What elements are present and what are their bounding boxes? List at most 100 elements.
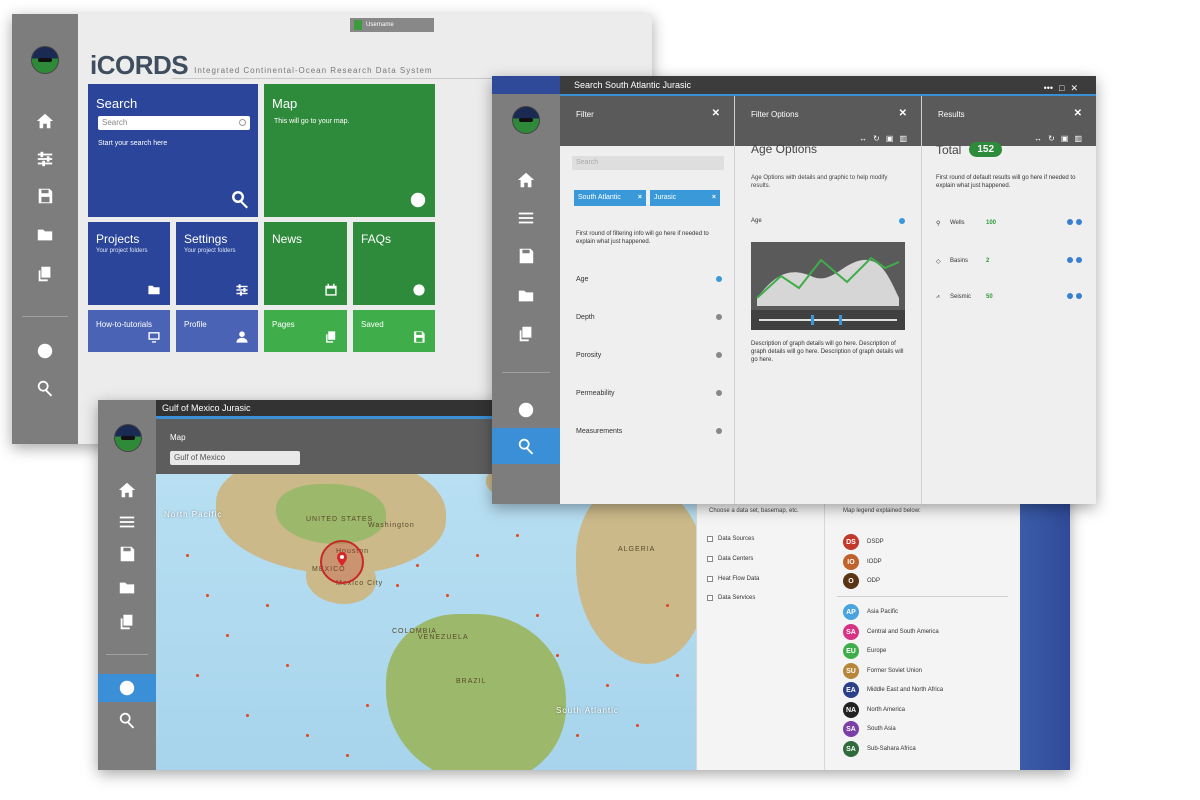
user-menu[interactable]: Username (350, 18, 434, 32)
save-icon[interactable]: ▣ (1061, 134, 1069, 143)
folder-icon[interactable] (117, 578, 137, 598)
results-total: Total 152 (936, 142, 1003, 157)
close-icon[interactable]: ✕ (1074, 108, 1082, 119)
site-dot[interactable] (346, 754, 349, 757)
list-icon[interactable] (1067, 293, 1073, 299)
close-icon[interactable]: ✕ (712, 108, 720, 119)
tile-saved-title: Saved (361, 320, 384, 329)
site-dot[interactable] (516, 534, 519, 537)
site-dot[interactable] (366, 704, 369, 707)
pages-icon[interactable] (516, 324, 536, 344)
list-icon[interactable] (1067, 219, 1073, 225)
checkbox[interactable] (707, 595, 713, 601)
trash-icon[interactable]: ▥ (1074, 134, 1082, 143)
home-icon[interactable] (35, 111, 55, 131)
site-dot[interactable] (576, 734, 579, 737)
globe-icon[interactable] (516, 400, 536, 420)
globe-icon[interactable] (117, 678, 137, 698)
tile-search[interactable]: Search Search Start your search here (88, 84, 258, 217)
site-dot[interactable] (446, 594, 449, 597)
save-icon[interactable] (35, 186, 55, 206)
globe-icon[interactable] (1076, 293, 1082, 299)
legend-label: DSDP (867, 539, 884, 545)
checkbox[interactable] (707, 576, 713, 582)
site-dot[interactable] (416, 564, 419, 567)
map-search-input[interactable]: Gulf of Mexico (170, 451, 300, 465)
tile-tutorials[interactable]: How-to-tutorials (88, 310, 170, 352)
data-option-sources[interactable]: Data Sources (707, 536, 754, 542)
chip-remove-icon[interactable]: × (638, 190, 642, 206)
filter-chip-jurasic[interactable]: Jurasic × (650, 190, 720, 206)
sliders-icon[interactable] (117, 512, 137, 532)
close-icon[interactable]: ✕ (899, 108, 907, 119)
pages-icon[interactable] (117, 612, 137, 632)
tile-projects[interactable]: Projects Your project folders (88, 222, 170, 305)
site-dot[interactable] (606, 684, 609, 687)
tile-map[interactable]: Map This will go to your map. (264, 84, 435, 217)
home-icon[interactable] (516, 170, 536, 190)
trash-icon[interactable]: ▥ (899, 134, 907, 143)
home-icon[interactable] (117, 480, 137, 500)
filter-chip-south-atlantic[interactable]: South Atlantic × (574, 190, 646, 206)
filter-row-measurements[interactable]: Measurements (576, 428, 722, 435)
filter-search-input[interactable]: Search (572, 156, 724, 170)
data-option-centers[interactable]: Data Centers (707, 556, 753, 562)
site-dot[interactable] (286, 664, 289, 667)
tile-search-input[interactable]: Search (98, 116, 250, 130)
save-icon[interactable] (117, 544, 137, 564)
site-dot[interactable] (206, 594, 209, 597)
site-dot[interactable] (186, 554, 189, 557)
site-dot[interactable] (556, 654, 559, 657)
site-dot[interactable] (246, 714, 249, 717)
globe-icon[interactable] (1076, 219, 1082, 225)
save-icon[interactable]: ▣ (886, 134, 894, 143)
sliders-icon[interactable] (35, 149, 55, 169)
age-graph[interactable] (751, 242, 905, 330)
site-dot[interactable] (196, 674, 199, 677)
checkbox[interactable] (707, 536, 713, 542)
pages-icon[interactable] (35, 264, 55, 284)
search-icon[interactable] (35, 378, 55, 398)
data-option-heat-flow[interactable]: Heat Flow Data (707, 576, 759, 582)
site-dot[interactable] (636, 724, 639, 727)
site-dot[interactable] (666, 604, 669, 607)
expand-icon[interactable]: ↔ (1034, 134, 1042, 143)
save-icon[interactable] (516, 246, 536, 266)
site-dot[interactable] (396, 584, 399, 587)
site-dot[interactable] (536, 614, 539, 617)
list-icon[interactable] (1067, 257, 1073, 263)
folder-icon[interactable] (516, 286, 536, 306)
site-dot[interactable] (676, 674, 679, 677)
site-dot[interactable] (266, 604, 269, 607)
checkbox[interactable] (707, 556, 713, 562)
tile-news[interactable]: News (264, 222, 347, 305)
filter-row-porosity[interactable]: Porosity (576, 352, 722, 359)
refresh-icon[interactable]: ↻ (873, 134, 880, 143)
result-value: 2 (986, 258, 990, 264)
world-map[interactable]: North Pacific UNITED STATES Washington H… (156, 474, 696, 770)
folder-icon[interactable] (35, 225, 55, 245)
tile-pages[interactable]: Pages (264, 310, 347, 352)
expand-icon[interactable]: ↔ (859, 134, 867, 143)
tile-saved[interactable]: Saved (353, 310, 435, 352)
site-dot[interactable] (226, 634, 229, 637)
filter-row-depth[interactable]: Depth (576, 314, 722, 321)
refresh-icon[interactable]: ↻ (1048, 134, 1055, 143)
search-icon[interactable] (516, 436, 536, 456)
tile-profile[interactable]: Profile (176, 310, 258, 352)
chip-remove-icon[interactable]: × (712, 190, 716, 206)
tile-faqs[interactable]: FAQs (353, 222, 435, 305)
data-option-services[interactable]: Data Services (707, 595, 755, 601)
globe-icon[interactable] (35, 341, 55, 361)
location-pin-icon[interactable] (337, 552, 347, 566)
site-dot[interactable] (306, 734, 309, 737)
filter-row-label: Permeability (576, 390, 615, 397)
sliders-icon[interactable] (516, 208, 536, 228)
globe-icon[interactable] (1076, 257, 1082, 263)
site-dot[interactable] (476, 554, 479, 557)
age-row[interactable]: Age (751, 218, 905, 224)
search-icon[interactable] (117, 710, 137, 730)
filter-row-age[interactable]: Age (576, 276, 722, 283)
filter-row-permeability[interactable]: Permeability (576, 390, 722, 397)
tile-settings[interactable]: Settings Your project folders (176, 222, 258, 305)
